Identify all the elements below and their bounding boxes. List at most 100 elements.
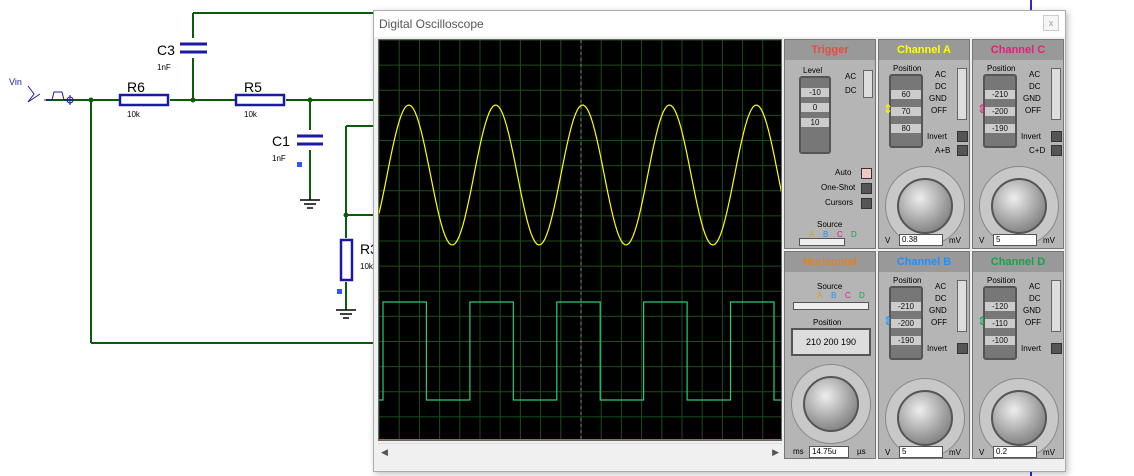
volts-knob[interactable] — [897, 390, 953, 446]
coupling-ac[interactable]: AC — [935, 282, 946, 291]
mode-cursors[interactable]: Cursors — [825, 198, 853, 207]
timebase-value[interactable]: 14.75u — [809, 446, 849, 458]
horizontal-source-c[interactable]: C — [845, 291, 851, 300]
channel-title: Channel A — [879, 40, 969, 60]
volts-knob[interactable] — [897, 178, 953, 234]
volts-unit-right: mV — [949, 236, 961, 245]
position-tick: -210 — [891, 302, 921, 311]
level-label: Level — [803, 66, 823, 75]
volts-value[interactable]: 5 — [899, 446, 943, 458]
level-drum[interactable]: -10 0 10 — [799, 76, 831, 154]
coupling-dc[interactable]: DC — [1029, 82, 1041, 91]
horizontal-scrollbar[interactable]: ◀ ▶ — [378, 443, 782, 459]
scope-display — [379, 40, 781, 440]
position-tick: 60 — [891, 90, 921, 99]
coupling-ac[interactable]: AC — [1029, 70, 1040, 79]
invert-label: Invert — [927, 132, 948, 141]
trigger-coupling-switch[interactable] — [863, 70, 873, 98]
coupling-gnd[interactable]: GND — [1023, 306, 1041, 315]
coupling-gnd[interactable]: GND — [1023, 94, 1041, 103]
trigger-panel: Trigger Level -10 0 10 AC DC Auto One-Sh… — [784, 39, 876, 249]
position-tick: -190 — [985, 124, 1015, 133]
r5-value: 10k — [244, 110, 257, 119]
invert-button[interactable] — [957, 343, 968, 354]
scroll-right-icon[interactable]: ▶ — [772, 447, 779, 458]
volts-value[interactable]: 0.2 — [993, 446, 1037, 458]
position-arrows-icon[interactable]: ⇕ — [883, 102, 893, 116]
horizontal-source-slider[interactable] — [793, 302, 869, 310]
position-tick: -210 — [985, 90, 1015, 99]
position-drum[interactable]: -210 -200 -190 — [983, 74, 1017, 148]
trigger-coupling-dc[interactable]: DC — [845, 86, 857, 95]
horizontal-source-label: Source — [817, 282, 843, 291]
sum-button[interactable] — [1051, 145, 1062, 156]
volts-value[interactable]: 0.38 — [899, 234, 943, 246]
timebase-knob[interactable] — [803, 376, 859, 432]
coupling-dc[interactable]: DC — [935, 294, 947, 303]
position-tick: 70 — [891, 107, 921, 116]
coupling-switch[interactable] — [957, 280, 967, 332]
channel-title: Channel B — [879, 252, 969, 272]
mode-one-shot[interactable]: One-Shot — [821, 183, 855, 192]
window-title: Digital Oscilloscope — [379, 17, 484, 31]
position-arrows-icon[interactable]: ⇕ — [883, 314, 893, 328]
cursors-button[interactable] — [861, 198, 872, 209]
coupling-gnd[interactable]: GND — [929, 94, 947, 103]
position-label: Position — [987, 276, 1016, 285]
sum-label: A+B — [935, 146, 951, 155]
trigger-coupling-ac[interactable]: AC — [845, 72, 856, 81]
coupling-switch[interactable] — [1051, 280, 1061, 332]
horizontal-position-drum[interactable]: 210 200 190 — [791, 328, 871, 356]
coupling-ac[interactable]: AC — [935, 70, 946, 79]
channel-c-panel: Channel C Position -210 -200 -190 ⇕ AC DC GND OFF… — [972, 39, 1064, 249]
trigger-title: Trigger — [785, 40, 875, 60]
coupling-gnd[interactable]: GND — [929, 306, 947, 315]
invert-label: Invert — [1021, 344, 1042, 353]
coupling-off[interactable]: OFF — [931, 106, 947, 115]
mode-auto[interactable]: Auto — [835, 168, 851, 177]
position-arrows-icon[interactable]: ⇕ — [977, 102, 987, 116]
trigger-source-d[interactable]: D — [851, 230, 857, 239]
close-button[interactable]: x — [1043, 15, 1059, 31]
sum-label: C+D — [1029, 146, 1046, 155]
horizontal-title: Horizontal — [785, 252, 875, 272]
volts-knob[interactable] — [991, 390, 1047, 446]
trigger-source-label: Source — [817, 220, 843, 229]
horizontal-source-a[interactable]: A — [817, 291, 822, 300]
position-drum[interactable]: -120 -110 -100 — [983, 286, 1017, 360]
level-tick: -10 — [801, 88, 829, 97]
auto-button[interactable] — [861, 168, 872, 179]
invert-label: Invert — [927, 344, 948, 353]
ground-c1-icon — [300, 199, 320, 209]
horizontal-tick: 190 — [841, 337, 857, 347]
coupling-dc[interactable]: DC — [935, 82, 947, 91]
volts-knob[interactable] — [991, 178, 1047, 234]
channel-a-panel: Channel A Position 60 70 80 ⇕ AC DC GND OFF Invert… — [878, 39, 970, 249]
coupling-off[interactable]: OFF — [931, 318, 947, 327]
volts-unit-right: mV — [1043, 448, 1055, 457]
coupling-ac[interactable]: AC — [1029, 282, 1040, 291]
scroll-left-icon[interactable]: ◀ — [381, 447, 388, 458]
one-shot-button[interactable] — [861, 183, 872, 194]
position-drum[interactable]: 60 70 80 — [889, 74, 923, 148]
invert-button[interactable] — [957, 131, 968, 142]
coupling-off[interactable]: OFF — [1025, 106, 1041, 115]
r6-value: 10k — [127, 110, 140, 119]
horizontal-source-b[interactable]: B — [831, 291, 836, 300]
position-drum[interactable]: -210 -200 -190 — [889, 286, 923, 360]
horizontal-source-d[interactable]: D — [859, 291, 865, 300]
position-arrows-icon[interactable]: ⇕ — [977, 314, 987, 328]
window-titlebar[interactable]: Digital Oscilloscope x — [374, 11, 1065, 37]
c3-ref: C3 — [157, 42, 175, 58]
position-tick: -200 — [985, 107, 1015, 116]
coupling-switch[interactable] — [957, 68, 967, 120]
coupling-off[interactable]: OFF — [1025, 318, 1041, 327]
coupling-switch[interactable] — [1051, 68, 1061, 120]
volts-value[interactable]: 5 — [993, 234, 1037, 246]
position-tick: -120 — [985, 302, 1015, 311]
invert-button[interactable] — [1051, 131, 1062, 142]
sum-button[interactable] — [957, 145, 968, 156]
invert-button[interactable] — [1051, 343, 1062, 354]
coupling-dc[interactable]: DC — [1029, 294, 1041, 303]
trigger-source-slider[interactable] — [799, 238, 845, 246]
